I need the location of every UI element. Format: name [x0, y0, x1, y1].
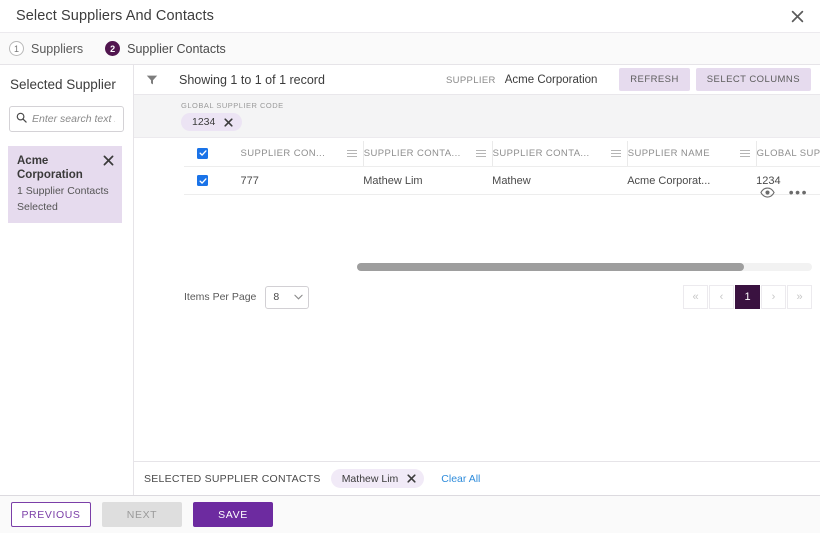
row-actions: •••: [760, 187, 808, 195]
record-count-text: Showing 1 to 1 of 1 record: [179, 73, 325, 87]
dialog-body: Selected Supplier Acme Corporation 1 Sup…: [0, 65, 820, 495]
step-label-suppliers: Suppliers: [31, 42, 83, 56]
supplier-card-name: Acme Corporation: [17, 154, 114, 182]
column-header-label: SUPPLIER CON...: [240, 148, 325, 159]
close-icon[interactable]: [786, 5, 808, 27]
column-header-label: SUPPLIER NAME: [628, 148, 710, 159]
horizontal-scrollbar[interactable]: [357, 263, 812, 271]
step-number-1: 1: [9, 41, 24, 56]
remove-supplier-close-icon[interactable]: [103, 153, 115, 165]
selected-contacts-bar: SELECTED SUPPLIER CONTACTS Mathew Lim Cl…: [134, 461, 820, 495]
cell-supplier-name: Acme Corporat...: [627, 167, 756, 195]
previous-button[interactable]: PREVIOUS: [11, 502, 91, 527]
selected-contact-chip[interactable]: Mathew Lim: [331, 469, 425, 488]
column-menu-icon[interactable]: [740, 148, 750, 159]
selected-contact-chip-text: Mathew Lim: [342, 473, 399, 485]
select-all-checkbox[interactable]: [197, 148, 208, 159]
refresh-button[interactable]: REFRESH: [619, 68, 690, 91]
select-columns-button[interactable]: SELECT COLUMNS: [696, 68, 811, 91]
scrollbar-thumb[interactable]: [357, 263, 744, 271]
dialog-action-bar: PREVIOUS NEXT SAVE: [0, 495, 820, 533]
column-header-supplier-contact-id[interactable]: SUPPLIER CON...: [240, 141, 363, 167]
filter-chip-close-icon[interactable]: [224, 118, 233, 127]
supplier-search-box[interactable]: [9, 106, 124, 132]
pagination-bar: Items Per Page 8 « ‹ 1 ›: [134, 281, 820, 313]
items-per-page-select[interactable]: 8: [265, 286, 309, 309]
step-number-2: 2: [105, 41, 120, 56]
more-horizontal-icon[interactable]: •••: [789, 188, 808, 195]
supplier-summary-label: SUPPLIER: [446, 75, 496, 86]
column-menu-icon[interactable]: [347, 148, 357, 159]
supplier-summary: SUPPLIER Acme Corporation: [446, 74, 597, 86]
column-header-label: GLOBAL SUPPLIE...: [757, 148, 820, 159]
column-menu-icon[interactable]: [611, 148, 621, 159]
selected-supplier-card[interactable]: Acme Corporation 1 Supplier Contacts Sel…: [8, 146, 122, 223]
column-menu-icon[interactable]: [476, 148, 486, 159]
save-button[interactable]: SAVE: [193, 502, 273, 527]
cell-value: 1234: [756, 175, 780, 187]
table-row[interactable]: 777 Mathew Lim Mathew Acme Corporat... 1…: [184, 167, 820, 195]
step-supplier-contacts[interactable]: 2 Supplier Contacts: [105, 41, 236, 56]
select-all-header: [184, 141, 240, 167]
supplier-card-subtitle-2: Selected: [17, 200, 114, 214]
filter-chip-text: 1234: [192, 116, 215, 128]
page-buttons: « ‹ 1 › »: [683, 285, 812, 309]
supplier-card-subtitle-1: 1 Supplier Contacts: [17, 184, 114, 198]
prev-page-button[interactable]: ‹: [709, 285, 734, 309]
column-header-supplier-contact-name[interactable]: SUPPLIER CONTA...: [363, 141, 492, 167]
filter-icon[interactable]: [139, 67, 165, 93]
row-checkbox[interactable]: [197, 175, 208, 186]
page-title: Select Suppliers And Contacts: [16, 8, 214, 24]
column-header-supplier-name[interactable]: SUPPLIER NAME: [627, 141, 756, 167]
cell-supplier-contact-name: Mathew Lim: [363, 167, 492, 195]
selected-contact-chip-close-icon[interactable]: [407, 474, 416, 483]
next-button: NEXT: [102, 502, 182, 527]
row-select-cell: [184, 167, 240, 195]
next-page-button[interactable]: ›: [761, 285, 786, 309]
column-header-global-supplier-code[interactable]: GLOBAL SUPPLIE...: [756, 141, 820, 167]
column-header-label: SUPPLIER CONTA...: [493, 148, 590, 159]
cell-supplier-contact-first-name: Mathew: [492, 167, 627, 195]
supplier-contacts-table: SUPPLIER CON... SUPPLIER CONTA...: [184, 141, 820, 195]
column-header-label: SUPPLIER CONTA...: [364, 148, 461, 159]
page-button-1[interactable]: 1: [735, 285, 760, 309]
filter-chip[interactable]: 1234: [181, 113, 242, 131]
selected-supplier-heading: Selected Supplier: [0, 65, 133, 92]
selected-contacts-label: SELECTED SUPPLIER CONTACTS: [144, 473, 321, 485]
dialog-titlebar: Select Suppliers And Contacts: [0, 0, 820, 33]
grid-panel: Showing 1 to 1 of 1 record SUPPLIER Acme…: [134, 65, 820, 495]
supplier-summary-value: Acme Corporation: [505, 74, 598, 86]
last-page-button[interactable]: »: [787, 285, 812, 309]
eye-icon[interactable]: [760, 187, 775, 195]
first-page-button[interactable]: «: [683, 285, 708, 309]
clear-all-link[interactable]: Clear All: [441, 473, 480, 485]
chevron-down-icon: [294, 294, 303, 300]
table-header-row: SUPPLIER CON... SUPPLIER CONTA...: [184, 141, 820, 167]
search-icon: [16, 110, 27, 128]
items-per-page-label: Items Per Page: [184, 291, 256, 303]
step-indicator: 1 Suppliers 2 Supplier Contacts: [0, 33, 820, 65]
select-suppliers-dialog: Select Suppliers And Contacts 1 Supplier…: [0, 0, 820, 533]
grid-toolbar: Showing 1 to 1 of 1 record SUPPLIER Acme…: [134, 65, 820, 95]
selected-supplier-panel: Selected Supplier Acme Corporation 1 Sup…: [0, 65, 134, 495]
step-suppliers[interactable]: 1 Suppliers: [9, 41, 93, 56]
filter-group-label: GLOBAL SUPPLIER CODE: [181, 101, 820, 110]
active-filters: GLOBAL SUPPLIER CODE 1234: [134, 95, 820, 138]
cell-supplier-contact-id: 777: [240, 167, 363, 195]
items-per-page-value: 8: [273, 291, 279, 303]
step-label-supplier-contacts: Supplier Contacts: [127, 42, 226, 56]
data-grid: SUPPLIER CON... SUPPLIER CONTA...: [134, 138, 820, 461]
search-input[interactable]: [27, 112, 117, 126]
cell-global-supplier-code: 1234 •••: [756, 167, 820, 195]
column-header-supplier-contact-first-name[interactable]: SUPPLIER CONTA...: [492, 141, 627, 167]
toolbar-actions: REFRESH SELECT COLUMNS: [619, 68, 820, 91]
